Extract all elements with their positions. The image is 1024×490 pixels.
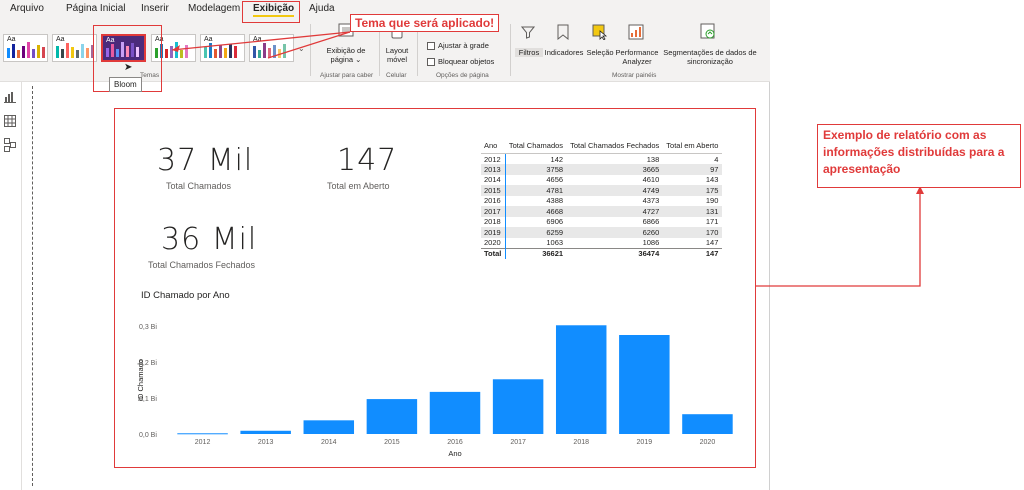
bar-chart: 0,0 Bi0,1 Bi0,2 Bi0,3 BiID Chamado2012 20… — [136, 324, 733, 458]
menu-arquivo[interactable]: Arquivo — [10, 3, 44, 14]
table-header: Total em Aberto — [663, 141, 723, 154]
bar — [619, 335, 670, 434]
snap-grid-checkbox[interactable]: Ajustar à grade — [427, 41, 489, 50]
power-bi-window: Arquivo Página Inicial Inserir Modelagem… — [0, 0, 924, 490]
y-tick-label: 0,0 Bi — [139, 432, 157, 439]
theme-tooltip: Bloom — [109, 77, 142, 92]
filters-button[interactable]: Filtros — [515, 48, 543, 57]
table-row: 2018 6906 6866 171 — [481, 216, 722, 227]
sync-slicers-icon — [700, 23, 716, 44]
table-row: 2015 4781 4749 175 — [481, 185, 723, 196]
bar — [492, 379, 544, 434]
bar — [177, 433, 228, 435]
table-row: 2012 142 138 4 — [481, 153, 722, 164]
card-total-fechados-label: Total Chamados Fechados — [148, 260, 256, 270]
exibicao-highlight — [242, 1, 300, 23]
table-row: 2016 4388 4373 190 — [481, 195, 722, 206]
card-total-fechados-value: 36 Mil — [161, 222, 258, 257]
cell-group-label: Celular — [386, 72, 407, 79]
theme-default[interactable]: Aa — [3, 34, 48, 62]
menu-inserir[interactable]: Inserir — [141, 3, 169, 14]
x-tick-label: 2018 — [573, 439, 589, 446]
x-tick-label: 2014 — [321, 439, 337, 446]
view-rail — [0, 82, 22, 490]
menu-modelagem[interactable]: Modelagem — [188, 3, 240, 14]
report-callout: Exemplo de relatório com as informações … — [817, 124, 1021, 188]
cursor-icon: ➤ — [124, 62, 133, 73]
theme-classic[interactable]: Aa — [52, 34, 97, 62]
report-callout-connector — [756, 186, 924, 287]
table-row: 2017 4668 4727 131 — [481, 206, 723, 217]
x-tick-label: 2016 — [447, 439, 463, 446]
bar — [303, 420, 355, 434]
menu-ajuda[interactable]: Ajuda — [309, 3, 335, 14]
canvas-boundary — [32, 86, 33, 486]
card-total-aberto-label: Total em Aberto — [327, 181, 390, 191]
lock-objects-checkbox[interactable]: Bloquear objetos — [427, 57, 494, 66]
model-view-icon[interactable] — [4, 138, 16, 157]
x-tick-label: 2015 — [384, 439, 400, 446]
show-panes-label: Mostrar painéis — [612, 72, 657, 79]
table-row: 2020 1063 1086 147 — [481, 237, 722, 248]
table-row: 2019 6259 6260 170 — [481, 227, 723, 238]
page-options-label: Opções de página — [436, 72, 489, 79]
matrix-table: Ano Total Chamados Total Chamados Fechad… — [481, 141, 723, 259]
table-header: Total Chamados Fechados — [567, 141, 664, 154]
selection-icon — [592, 24, 608, 45]
table-row: 2014 4656 4610 143 — [481, 174, 722, 185]
fit-group-label: Ajustar para caber — [320, 72, 374, 79]
table-total-row: Total 36621 36474 147 — [481, 247, 723, 259]
bar — [240, 430, 291, 434]
filter-icon — [520, 25, 536, 44]
table-row: 2013 3758 3665 97 — [481, 164, 723, 175]
bar — [555, 325, 607, 434]
x-tick-label: 2020 — [700, 439, 716, 446]
bookmarks-button[interactable]: Indicadores — [543, 48, 585, 57]
selection-button[interactable]: Seleção — [585, 48, 615, 57]
table-header: Ano — [481, 141, 506, 154]
card-total-aberto-value: 147 — [337, 143, 398, 178]
chart-title: ID Chamado por Ano — [141, 290, 230, 301]
report-page: 37 Mil Total Chamados 147 Total em Abert… — [114, 108, 756, 468]
x-tick-label: 2017 — [510, 439, 526, 446]
x-tick-label: 2019 — [637, 439, 653, 446]
x-tick-label: 2013 — [258, 439, 274, 446]
bar — [366, 399, 418, 434]
theme-callout-arrows — [171, 31, 350, 59]
report-view-icon[interactable] — [4, 90, 16, 108]
performance-analyzer-icon — [628, 24, 644, 45]
sync-slicers-button[interactable]: Segmentações de dados de sincronização — [660, 48, 760, 66]
menu-pagina-inicial[interactable]: Página Inicial — [66, 3, 125, 14]
bar — [682, 414, 733, 434]
bookmark-icon — [557, 24, 569, 45]
x-tick-label: 2012 — [195, 439, 211, 446]
y-tick-label: 0,3 Bi — [139, 324, 157, 331]
x-axis-label: Ano — [448, 449, 461, 458]
card-total-chamados-label: Total Chamados — [166, 181, 232, 191]
performance-analyzer-button[interactable]: Performance Analyzer — [614, 48, 660, 66]
card-total-chamados-value: 37 Mil — [157, 143, 254, 178]
data-view-icon[interactable] — [4, 114, 16, 132]
table-header: Total Chamados — [505, 141, 568, 154]
mobile-layout-button[interactable]: Layout móvel — [380, 46, 414, 64]
y-axis-label: ID Chamado — [136, 359, 145, 401]
bar — [429, 391, 481, 434]
theme-callout: Tema que será aplicado! — [350, 14, 500, 32]
